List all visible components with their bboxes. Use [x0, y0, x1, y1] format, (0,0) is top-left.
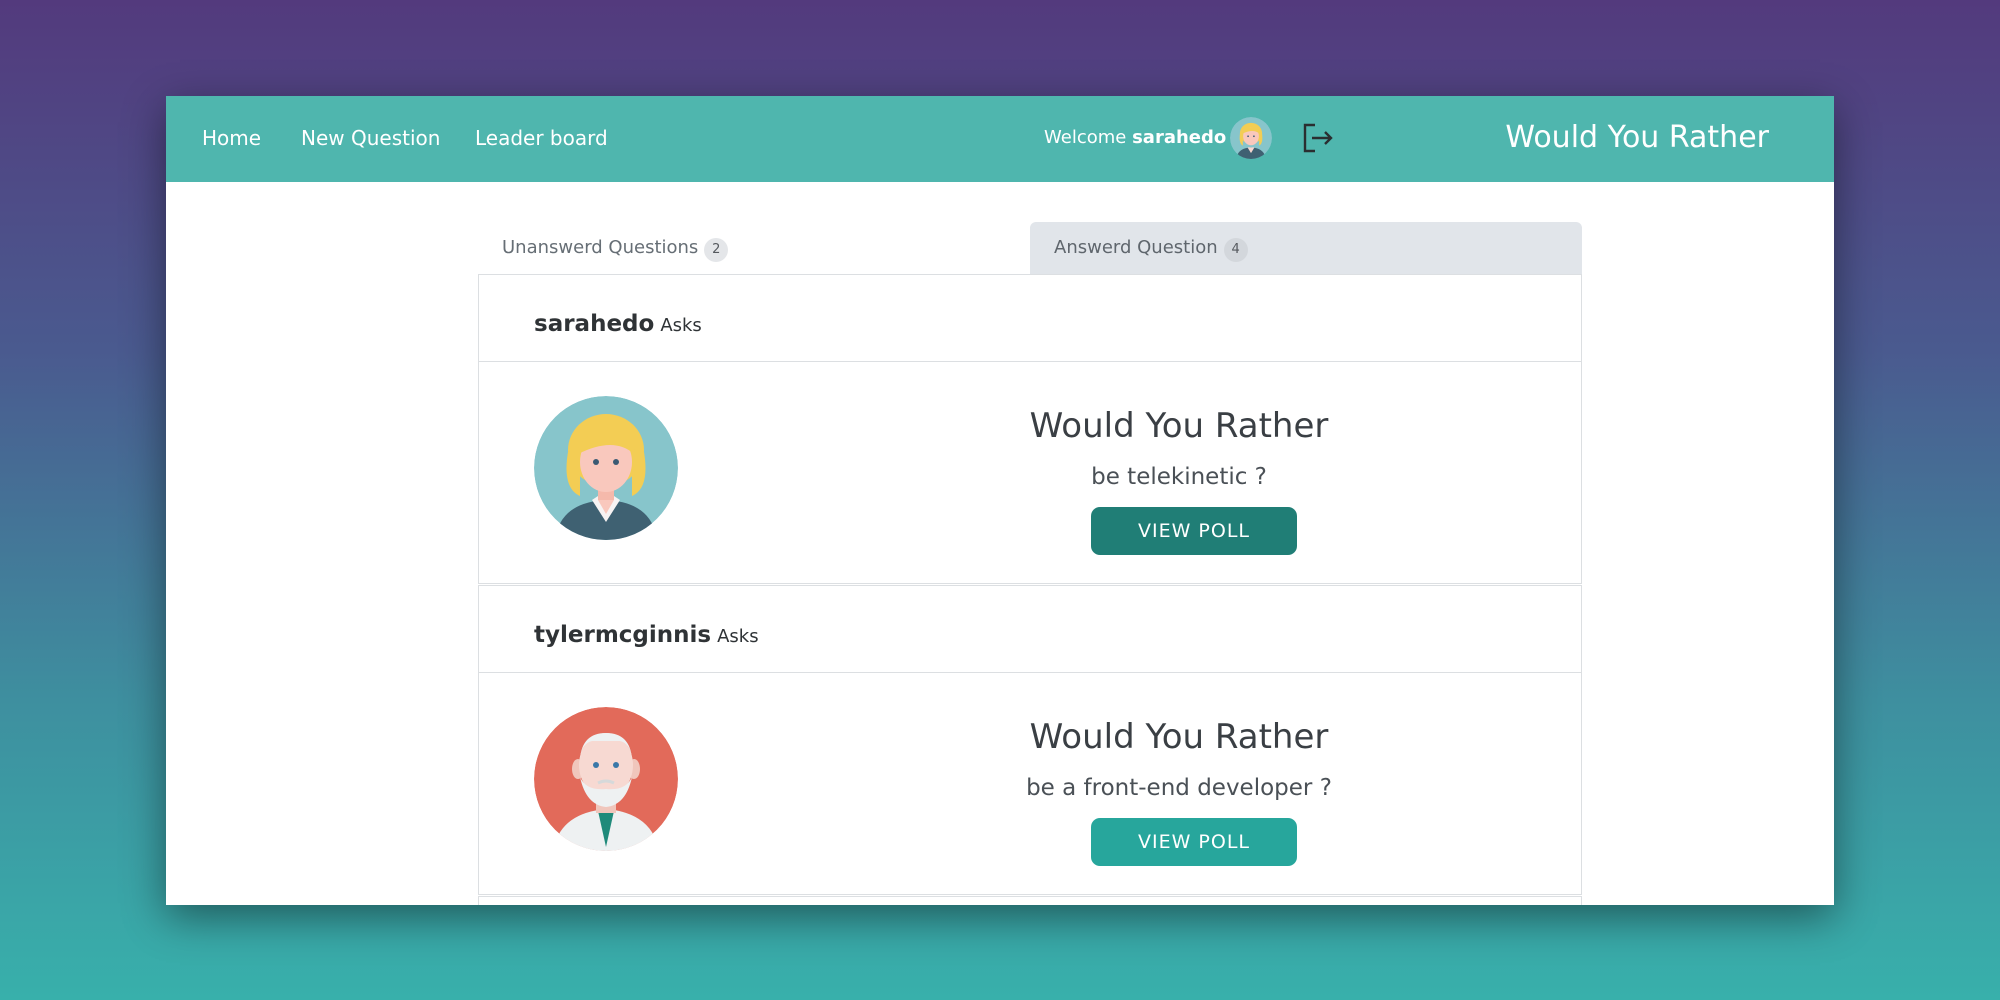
tab-answered-question[interactable]: Answerd Question 4	[1030, 222, 1582, 274]
app-brand: Would You Rather	[1505, 120, 1769, 155]
count-badge: 4	[1223, 238, 1248, 262]
logout-icon[interactable]	[1300, 120, 1336, 156]
asks-label: Asks	[717, 626, 759, 647]
welcome-prefix: Welcome	[1044, 127, 1127, 148]
tab-unanswered-questions[interactable]: Unanswerd Questions 2	[478, 222, 1030, 274]
app-window: Home New Question Leader board Welcome s…	[166, 96, 1834, 905]
question-card: sarahedo Asks Would You Rather be teleki…	[478, 274, 1582, 584]
question-option: be telekinetic ?	[1091, 464, 1267, 490]
asks-label: Asks	[660, 315, 702, 336]
card-header: tylermcginnis Asks	[479, 586, 1581, 673]
question-card: tylermcginnis Asks Would You Rather be a…	[478, 585, 1582, 895]
tab-label: Answerd Question	[1054, 237, 1218, 258]
nav-new-question-link[interactable]: New Question	[301, 124, 440, 152]
nav-home-link[interactable]: Home	[202, 124, 261, 152]
question-title: Would You Rather	[1029, 717, 1329, 757]
question-title: Would You Rather	[1029, 406, 1329, 446]
question-card	[478, 896, 1582, 905]
question-option: be a front-end developer ?	[1026, 775, 1332, 801]
woman-avatar-icon	[1230, 117, 1272, 159]
old-man-avatar-icon	[534, 707, 678, 851]
current-username: sarahedo	[1132, 127, 1227, 148]
woman-avatar-icon	[534, 396, 678, 540]
card-body: Would You Rather be telekinetic ? VIEW P…	[479, 362, 1581, 582]
tab-label: Unanswerd Questions	[502, 237, 699, 258]
welcome-text: Welcome sarahedo	[1044, 124, 1226, 152]
question-tabs: Unanswerd Questions 2 Answerd Question 4	[478, 222, 1582, 274]
question-list: sarahedo Asks Would You Rather be teleki…	[478, 274, 1582, 905]
user-avatar	[1230, 117, 1272, 159]
question-author: tylermcginnis Asks	[534, 620, 759, 652]
author-avatar	[534, 707, 678, 851]
view-poll-button[interactable]: VIEW POLL	[1091, 507, 1297, 555]
question-author: sarahedo Asks	[534, 309, 702, 341]
count-badge: 2	[704, 238, 729, 262]
card-body: Would You Rather be a front-end develope…	[479, 673, 1581, 893]
nav-leader-board-link[interactable]: Leader board	[475, 124, 608, 152]
card-header: sarahedo Asks	[479, 275, 1581, 362]
author-avatar	[534, 396, 678, 540]
author-name: sarahedo	[534, 311, 655, 337]
navbar: Home New Question Leader board Welcome s…	[166, 96, 1834, 182]
author-name: tylermcginnis	[534, 622, 712, 648]
view-poll-button[interactable]: VIEW POLL	[1091, 818, 1297, 866]
